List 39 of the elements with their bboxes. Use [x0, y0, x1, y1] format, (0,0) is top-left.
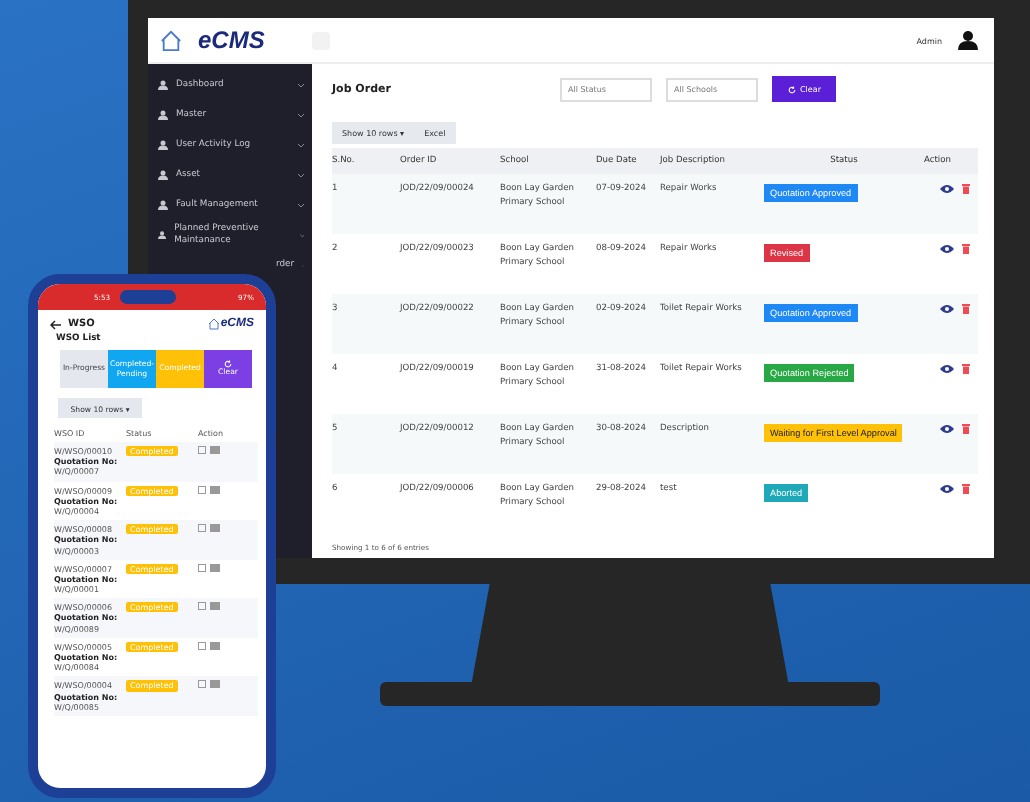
eye-icon[interactable] — [940, 484, 954, 494]
mail-icon[interactable] — [210, 524, 220, 533]
edit-icon[interactable] — [198, 641, 206, 650]
edit-icon[interactable] — [198, 563, 206, 572]
mail-icon[interactable] — [210, 563, 220, 572]
edit-icon[interactable] — [198, 602, 206, 611]
person-icon — [158, 80, 168, 90]
person-icon — [158, 110, 168, 120]
mail-icon[interactable] — [210, 641, 220, 650]
mail-icon[interactable] — [210, 485, 220, 494]
eye-icon[interactable] — [940, 304, 954, 314]
trash-icon[interactable] — [962, 184, 970, 194]
eye-icon[interactable] — [940, 424, 954, 434]
mail-icon[interactable] — [210, 680, 220, 689]
person-icon — [158, 230, 167, 240]
edit-icon[interactable] — [198, 446, 206, 454]
edit-icon[interactable] — [198, 524, 206, 533]
eye-icon[interactable] — [940, 184, 954, 194]
eye-icon[interactable] — [940, 364, 954, 374]
refresh-icon — [788, 85, 796, 93]
person-icon — [158, 200, 168, 210]
person-icon — [158, 170, 168, 180]
edit-icon[interactable] — [198, 680, 206, 689]
back-arrow-icon[interactable] — [50, 319, 62, 329]
trash-icon[interactable] — [962, 484, 970, 494]
person-icon — [158, 140, 168, 150]
edit-icon[interactable] — [198, 485, 206, 494]
eye-icon[interactable] — [940, 244, 954, 254]
mail-icon[interactable] — [210, 602, 220, 611]
camera-notch — [120, 290, 176, 304]
house-icon — [208, 318, 221, 330]
trash-icon[interactable] — [962, 364, 970, 374]
house-icon — [160, 29, 182, 51]
app-logo: eCMS — [198, 26, 265, 54]
trash-icon[interactable] — [962, 424, 970, 434]
refresh-icon — [224, 360, 232, 369]
trash-icon[interactable] — [962, 304, 970, 314]
trash-icon[interactable] — [962, 244, 970, 254]
user-avatar-icon — [958, 30, 978, 50]
